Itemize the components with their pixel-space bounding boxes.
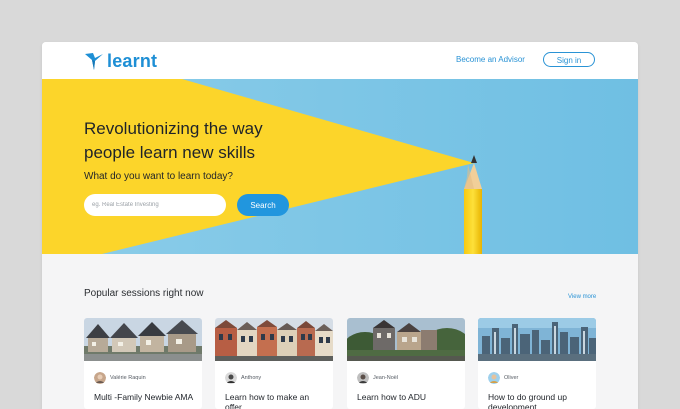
brand-logo[interactable]: learnt bbox=[84, 51, 157, 71]
author-name: Jean-Noël bbox=[373, 375, 399, 381]
popular-sessions-heading: Popular sessions right now bbox=[84, 288, 204, 299]
session-card[interactable]: Jean-Noël Learn how to ADU bbox=[347, 318, 465, 409]
view-more-link[interactable]: View more bbox=[568, 293, 596, 301]
author-name: Oliver bbox=[504, 375, 519, 381]
session-title: Learn how to make an offer bbox=[225, 392, 310, 409]
card-author: Valérie Raquin bbox=[94, 372, 146, 384]
avatar bbox=[488, 372, 500, 384]
author-name: Anthony bbox=[241, 375, 262, 381]
session-card[interactable]: Anthony Learn how to make an offer bbox=[215, 318, 333, 409]
search-bar bbox=[84, 194, 258, 216]
search-button[interactable]: Search bbox=[237, 194, 289, 216]
hero-title: Revolutionizing the way people learn new… bbox=[84, 119, 263, 162]
session-card[interactable]: Valérie Raquin Multi -Family Newbie AMA bbox=[84, 318, 202, 409]
session-card[interactable]: Oliver How to do ground up development bbox=[478, 318, 596, 409]
avatar bbox=[225, 372, 237, 384]
author-name: Valérie Raquin bbox=[110, 375, 146, 381]
hero-subtitle: What do you want to learn today? bbox=[84, 171, 233, 182]
card-author: Oliver bbox=[488, 372, 518, 384]
city-skyline-image bbox=[478, 318, 596, 361]
avatar bbox=[357, 372, 369, 384]
become-advisor-link[interactable]: Become an Advisor bbox=[456, 55, 525, 65]
hero-banner: Revolutionizing the way people learn new… bbox=[42, 79, 638, 254]
card-author: Anthony bbox=[225, 372, 261, 384]
avatar bbox=[94, 372, 106, 384]
pencil-illustration bbox=[42, 79, 638, 254]
browser-page: learnt Become an Advisor Sign in Revolut… bbox=[42, 42, 638, 409]
neighborhood-image bbox=[347, 318, 465, 361]
search-input[interactable] bbox=[92, 198, 202, 212]
session-title: Learn how to ADU bbox=[357, 392, 426, 402]
sign-in-button[interactable]: Sign in bbox=[543, 52, 595, 67]
card-author: Jean-Noël bbox=[357, 372, 398, 384]
top-navbar: learnt Become an Advisor Sign in bbox=[42, 42, 638, 79]
suburban-houses-image bbox=[84, 318, 202, 361]
session-title: Multi -Family Newbie AMA bbox=[94, 392, 194, 402]
session-title: How to do ground up development bbox=[488, 392, 567, 409]
brand-name: learnt bbox=[107, 51, 158, 71]
townhouses-image bbox=[215, 318, 333, 361]
bird-logo-icon bbox=[85, 53, 103, 70]
